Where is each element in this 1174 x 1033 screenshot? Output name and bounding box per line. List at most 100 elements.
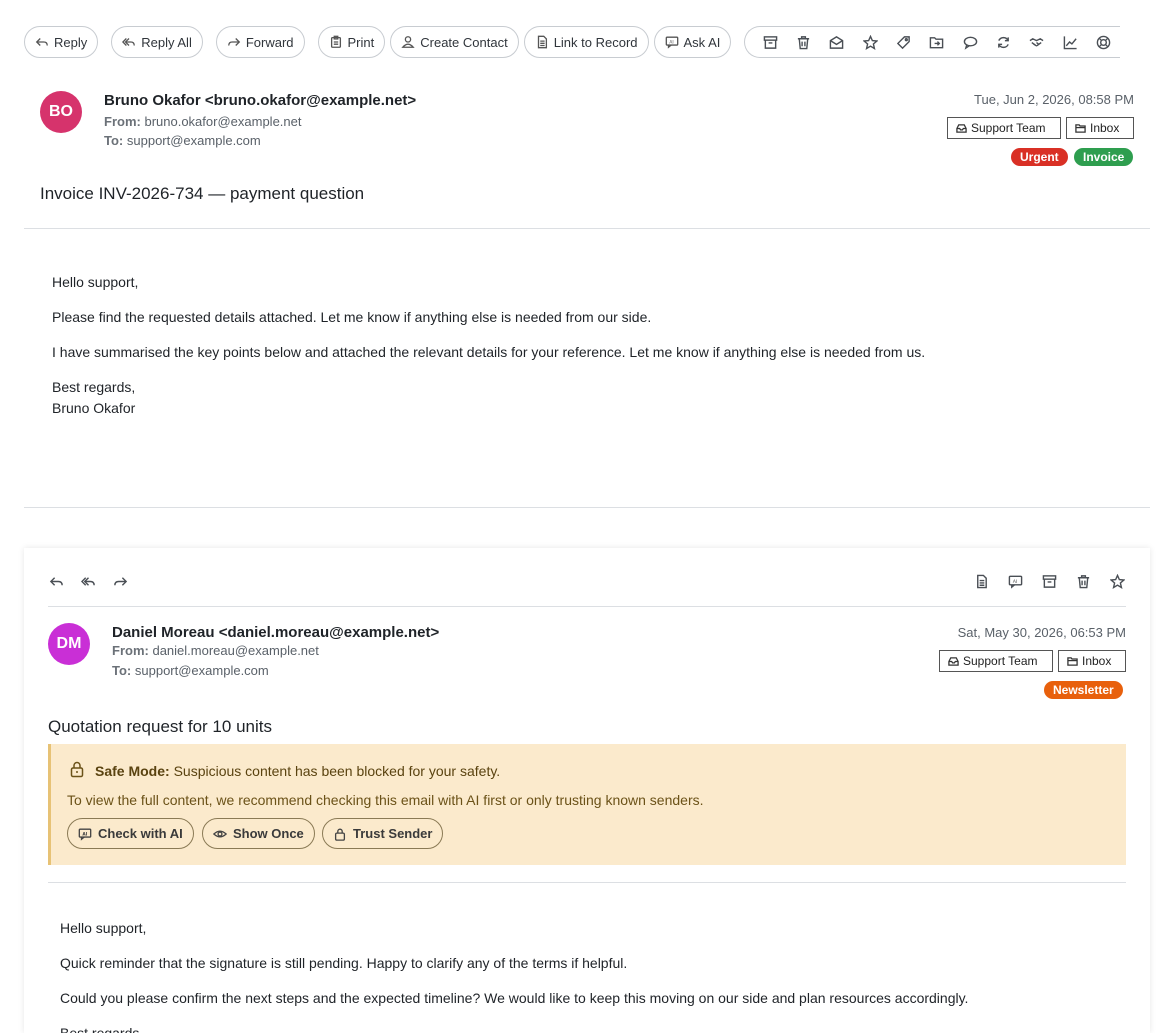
folder-icon (1067, 656, 1078, 666)
check-with-ai-button[interactable]: AI Check with AI (67, 818, 194, 849)
message-subject: Quotation request for 10 units (48, 717, 272, 736)
move-folder-icon (930, 36, 944, 48)
refresh-icon (998, 36, 1009, 48)
safe-mode-message: Safe Mode: Suspicious content has been b… (95, 763, 501, 779)
deal-button[interactable] (1020, 27, 1053, 57)
lock-icon (334, 828, 346, 841)
body-paragraph: Quick reminder that the signature is sti… (60, 955, 628, 971)
divider (24, 507, 1150, 508)
trash-icon (1077, 574, 1089, 588)
sender-name[interactable]: Bruno Okafor <bruno.okafor@example.net> (104, 92, 416, 109)
star-icon (862, 34, 878, 50)
divider (24, 228, 1150, 229)
body-paragraph: I have summarised the key points below a… (52, 344, 926, 360)
divider (48, 606, 1126, 607)
forward-icon (113, 576, 127, 586)
avatar: BO (40, 91, 82, 133)
help-button[interactable] (1087, 27, 1120, 57)
body-paragraph: Could you please confirm the next steps … (60, 990, 969, 1006)
ai-chat-icon: AI (1008, 575, 1022, 589)
quick-actions-group (744, 26, 1121, 58)
delete-button[interactable] (787, 27, 820, 57)
show-once-button[interactable]: Show Once (202, 818, 315, 849)
avatar: DM (48, 623, 90, 665)
svg-text:AI: AI (82, 831, 87, 837)
reply-all-icon (80, 576, 95, 586)
chart-icon (1063, 35, 1077, 49)
trust-sender-button[interactable]: Trust Sender (322, 818, 444, 849)
sender-name[interactable]: Daniel Moreau <daniel.moreau@example.net… (112, 624, 439, 641)
folder-chip-inbox[interactable]: Inbox (1066, 117, 1134, 139)
forward-button[interactable] (108, 569, 132, 593)
mark-unread-icon (829, 35, 844, 49)
greeting: Hello support, (60, 920, 147, 936)
tag-urgent[interactable]: Urgent (1011, 148, 1068, 166)
from-line: From: daniel.moreau@example.net (112, 643, 319, 658)
message-subject: Invoice INV-2026-734 — payment question (40, 184, 365, 203)
link-to-record-button[interactable]: Link to Record (523, 26, 649, 58)
lock-icon (68, 760, 88, 780)
chat-icon (963, 36, 977, 50)
star-button[interactable] (853, 27, 886, 57)
tag-newsletter[interactable]: Newsletter (1044, 681, 1123, 699)
eye-icon (213, 830, 227, 837)
star-button[interactable] (1105, 569, 1129, 593)
ask-ai-button[interactable]: AI Ask AI (653, 26, 732, 58)
greeting: Hello support, (52, 274, 139, 290)
message-date: Tue, Jun 2, 2026, 08:58 PM (974, 92, 1134, 107)
create-contact-button[interactable]: Create Contact (390, 26, 519, 58)
reply-icon (49, 576, 63, 586)
from-line: From: bruno.okafor@example.net (104, 114, 302, 129)
ai-chat-icon: AI (665, 36, 678, 49)
svg-text:AI: AI (1012, 578, 1017, 584)
message-2: AI DM Daniel Moreau <daniel.moreau@examp… (24, 548, 1150, 1033)
inbox-icon (956, 123, 967, 133)
archive-button[interactable] (1037, 569, 1061, 593)
handshake-icon (1029, 37, 1044, 46)
folder-chip-support-team[interactable]: Support Team (947, 117, 1061, 139)
ai-chat-icon: AI (78, 828, 92, 841)
trash-icon (797, 35, 810, 49)
to-line: To: support@example.com (104, 133, 261, 148)
ask-ai-button[interactable]: AI (1003, 569, 1027, 593)
reply-all-icon (122, 38, 136, 46)
signoff: Best regards, (52, 379, 136, 395)
folder-chip-inbox[interactable]: Inbox (1058, 650, 1126, 672)
link-to-record-button[interactable] (969, 569, 993, 593)
svg-text:AI: AI (669, 39, 673, 45)
folder-icon (1075, 123, 1086, 133)
reply-all-button[interactable] (76, 569, 100, 593)
signoff: Best regards, (60, 1025, 144, 1033)
to-line: To: support@example.com (112, 663, 269, 678)
folder-chip-support-team[interactable]: Support Team (939, 650, 1053, 672)
document-icon (537, 35, 547, 49)
move-folder-button[interactable] (920, 27, 953, 57)
clipboard-icon (330, 35, 341, 48)
refresh-button[interactable] (987, 27, 1020, 57)
comments-button[interactable] (954, 27, 987, 57)
safe-mode-banner: Safe Mode: Suspicious content has been b… (48, 744, 1126, 865)
body-paragraph: Please find the requested details attach… (52, 309, 652, 325)
tag-invoice[interactable]: Invoice (1074, 148, 1134, 166)
mark-unread-button[interactable] (820, 27, 853, 57)
forward-button[interactable]: Forward (215, 26, 305, 58)
message-toolbar: Reply Reply All Forward Print Create Con… (24, 26, 1121, 58)
divider (48, 882, 1126, 883)
signature: Bruno Okafor (52, 400, 136, 416)
tag-button[interactable] (887, 27, 920, 57)
reply-button[interactable]: Reply (24, 26, 99, 58)
archive-icon (763, 35, 777, 49)
reply-button[interactable] (44, 569, 68, 593)
print-button[interactable]: Print (317, 26, 386, 58)
reply-all-button[interactable]: Reply All (111, 26, 203, 58)
delete-button[interactable] (1071, 569, 1095, 593)
contact-icon (401, 36, 415, 48)
lifebuoy-icon (1096, 35, 1111, 49)
forward-icon (227, 38, 241, 46)
inbox-icon (948, 656, 959, 666)
tag-icon (896, 35, 910, 49)
archive-button[interactable] (753, 27, 786, 57)
analytics-button[interactable] (1054, 27, 1087, 57)
star-icon (1109, 573, 1125, 589)
message-date: Sat, May 30, 2026, 06:53 PM (957, 625, 1126, 640)
